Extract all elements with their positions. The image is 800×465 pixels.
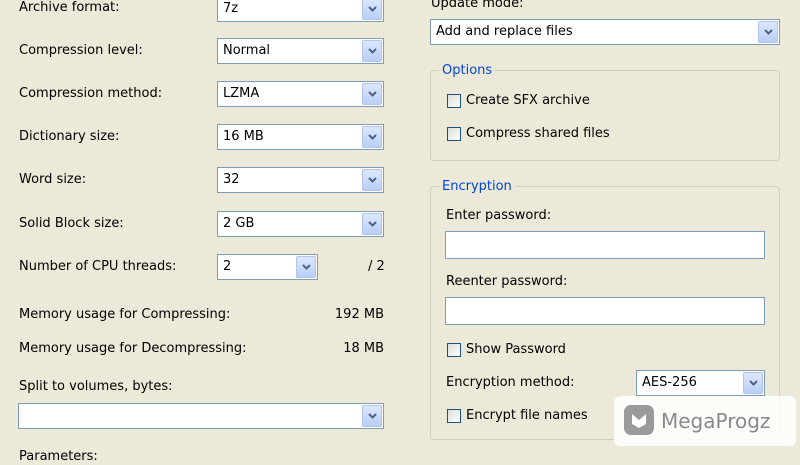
encryption-method-label: Encryption method: [446,375,575,390]
chevron-down-icon[interactable] [362,40,382,62]
word-size-select[interactable]: 32 [217,167,384,193]
compression-level-label: Compression level: [19,43,143,58]
watermark: MegaProgz [614,396,796,446]
chevron-down-icon[interactable] [362,405,382,427]
compression-method-label: Compression method: [19,86,163,101]
solid-block-size-value: 2 GB [223,216,255,231]
chevron-down-icon[interactable] [296,256,316,278]
encryption-method-select[interactable]: AES-256 [636,370,765,396]
compress-shared-label[interactable]: Compress shared files [466,126,610,142]
enter-password-label: Enter password: [446,208,552,223]
compression-method-select[interactable]: LZMA [217,81,384,107]
encryption-group-title: Encryption [439,179,515,195]
compression-level-select[interactable]: Normal [217,38,384,64]
encrypt-names-checkbox[interactable] [447,409,461,423]
memory-compress-value: 192 MB [334,307,384,322]
cpu-threads-select[interactable]: 2 [217,254,318,280]
megaprogz-logo-icon [624,405,654,435]
cpu-threads-label: Number of CPU threads: [19,259,177,274]
encryption-method-value: AES-256 [642,375,697,390]
reenter-password-label: Reenter password: [446,274,568,289]
split-volumes-label: Split to volumes, bytes: [19,379,173,394]
compression-method-value: LZMA [223,86,260,101]
update-mode-select[interactable]: Add and replace files [430,19,780,45]
solid-block-size-label: Solid Block size: [19,216,124,231]
options-group-title: Options [439,63,496,79]
memory-decompress-value: 18 MB [343,341,384,356]
options-group [430,70,780,161]
solid-block-size-select[interactable]: 2 GB [217,211,384,237]
chevron-down-icon[interactable] [362,126,382,148]
archive-format-value: 7z [223,1,239,16]
parameters-label: Parameters: [19,449,98,464]
watermark-text: MegaProgz [661,409,771,433]
word-size-label: Word size: [19,172,87,187]
dictionary-size-label: Dictionary size: [19,129,120,144]
cpu-threads-value: 2 [223,259,232,274]
password-field[interactable] [445,231,765,259]
chevron-down-icon[interactable] [362,213,382,235]
compression-level-value: Normal [223,43,271,58]
archive-format-label: Archive format: [19,0,120,15]
memory-decompress-label: Memory usage for Decompressing: [19,341,247,356]
update-mode-value: Add and replace files [436,24,573,39]
memory-compress-label: Memory usage for Compressing: [19,307,231,322]
chevron-down-icon[interactable] [758,21,778,43]
update-mode-label: Update mode: [431,0,524,11]
archive-format-select[interactable]: 7z [217,0,384,22]
split-volumes-select[interactable] [18,403,384,429]
chevron-down-icon[interactable] [362,83,382,105]
create-sfx-checkbox[interactable] [447,94,461,108]
show-password-label[interactable]: Show Password [466,342,566,358]
dictionary-size-select[interactable]: 16 MB [217,124,384,150]
chevron-down-icon[interactable] [362,169,382,191]
word-size-value: 32 [223,172,240,187]
reenter-password-field[interactable] [445,297,765,325]
chevron-down-icon[interactable] [362,0,382,20]
chevron-down-icon[interactable] [743,372,763,394]
create-sfx-label[interactable]: Create SFX archive [466,93,590,109]
compress-shared-checkbox[interactable] [447,127,461,141]
cpu-threads-max: / 2 [368,259,385,274]
show-password-checkbox[interactable] [447,343,461,357]
encrypt-names-label[interactable]: Encrypt file names [466,408,588,424]
dictionary-size-value: 16 MB [223,129,264,144]
